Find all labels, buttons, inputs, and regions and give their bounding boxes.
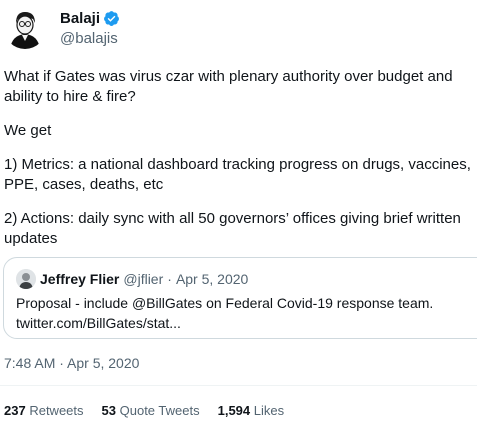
retweets-count: 237 <box>4 403 26 418</box>
quote-tweets-count: 53 <box>101 403 116 418</box>
tweet-text-line: What if Gates was virus czar with plenar… <box>4 68 453 85</box>
retweets-label: Retweets <box>29 403 84 418</box>
quote-tweets-label: Quote Tweets <box>119 403 200 418</box>
quote-tweets-stat[interactable]: 53 Quote Tweets <box>102 403 200 418</box>
quoted-tweet-text: Proposal - include @BillGates on Federal… <box>16 293 433 333</box>
author-handle[interactable]: @balajis <box>60 30 118 47</box>
quoted-tweet-header: Jeffrey Flier @jflier · Apr 5, 2020 <box>16 269 248 289</box>
divider <box>0 385 477 386</box>
tweet-text-line: We get <box>4 122 52 139</box>
quoted-tweet-card[interactable]: Jeffrey Flier @jflier · Apr 5, 2020 Prop… <box>3 257 477 339</box>
quoted-date: Apr 5, 2020 <box>175 271 249 287</box>
tweet-text-line: 2) Actions: daily sync with all 50 gover… <box>4 210 461 227</box>
tweet-text-line: updates <box>4 230 58 247</box>
author-portrait-icon <box>4 7 46 49</box>
tweet-text-line: 1) Metrics: a national dashboard trackin… <box>4 156 471 173</box>
likes-count: 1,594 <box>217 403 251 418</box>
quoted-author-name: Jeffrey Flier <box>40 271 120 287</box>
tweet-text-line: PPE, cases, deaths, etc <box>4 176 164 193</box>
author-avatar[interactable] <box>4 7 46 49</box>
quoted-text-line: Proposal - include @BillGates on Federal… <box>16 295 434 311</box>
quoted-author-handle: @jflier <box>123 271 164 287</box>
quoted-separator: · <box>167 271 172 287</box>
tweet-text-line: ability to hire & fire? <box>4 88 136 105</box>
verified-badge-icon <box>104 11 119 26</box>
quoted-link: twitter.com/BillGates/stat... <box>16 315 181 331</box>
likes-label: Likes <box>253 403 285 418</box>
quoted-author-portrait-icon <box>16 269 36 289</box>
author-name[interactable]: Balaji <box>60 10 100 27</box>
tweet-timestamp[interactable]: 7:48 AM · Apr 5, 2020 <box>4 355 139 371</box>
author-name-row[interactable]: Balaji <box>60 10 120 27</box>
retweets-stat[interactable]: 237 Retweets <box>4 403 84 418</box>
likes-stat[interactable]: 1,594 Likes <box>218 403 285 418</box>
engagement-stats: 237 Retweets 53 Quote Tweets 1,594 Likes <box>4 403 302 418</box>
quoted-author-avatar <box>16 269 36 289</box>
